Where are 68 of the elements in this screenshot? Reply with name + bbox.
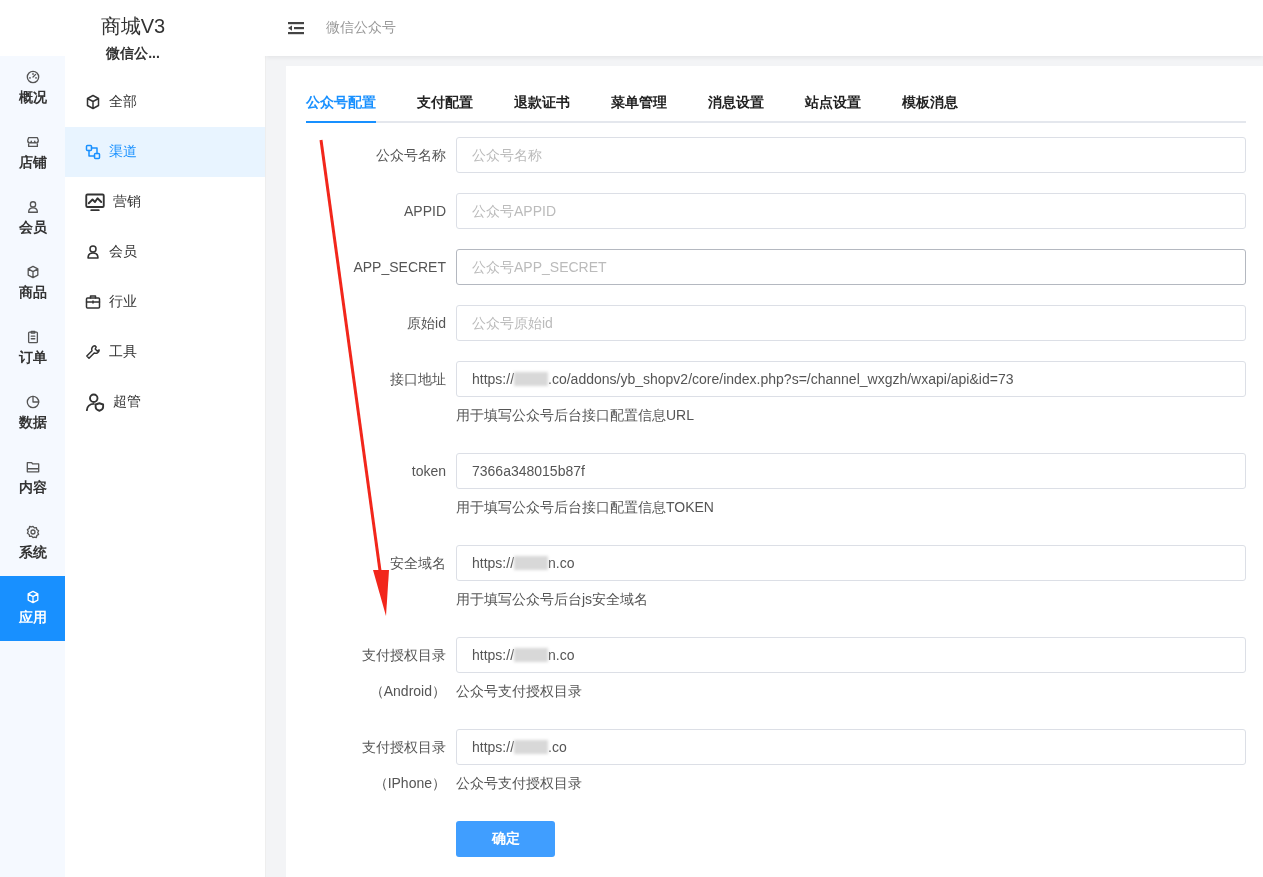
- field-label: 公众号名称: [376, 147, 446, 163]
- cube-icon: [25, 265, 40, 279]
- blurred-text-mark: [514, 556, 549, 570]
- submenu-item[interactable]: 工具: [65, 327, 265, 377]
- input-field[interactable]: 公众号APPID: [456, 193, 1246, 229]
- field-label: 接口地址: [390, 371, 446, 387]
- input-field[interactable]: 公众号名称: [456, 137, 1246, 173]
- input-field[interactable]: 公众号APP_SECRET: [456, 249, 1246, 285]
- blurred-text-mark: [514, 648, 549, 662]
- input-field[interactable]: https:// n.co: [456, 637, 1246, 673]
- tab[interactable]: 支付配置: [417, 94, 473, 123]
- rail-nav-item[interactable]: 会员: [0, 186, 65, 251]
- field-label: 安全域名: [390, 555, 446, 571]
- field-label: token: [411, 463, 446, 479]
- field-sublabel: （IPhone）: [373, 775, 446, 791]
- tab[interactable]: 站点设置: [805, 94, 861, 123]
- help-text: 公众号支付授权目录: [456, 683, 582, 699]
- submenu-item[interactable]: 全部: [65, 77, 265, 127]
- pie-chart-icon: [25, 395, 40, 409]
- breadcrumb: 微信公众号: [326, 19, 396, 37]
- field-label: 原始id: [407, 315, 446, 331]
- cube-icon: [85, 94, 101, 110]
- wrench-icon: [85, 344, 101, 360]
- rail-nav-item[interactable]: 内容: [0, 446, 65, 511]
- submenu-item[interactable]: 行业: [65, 277, 265, 327]
- folder-icon: [25, 460, 40, 474]
- rail-nav-item[interactable]: 概况: [0, 56, 65, 121]
- tab[interactable]: 消息设置: [708, 94, 764, 123]
- blurred-text-mark: [514, 740, 549, 754]
- input-field[interactable]: https:// .co/addons/yb_shopv2/core/index.php?s=/channel_wxgzh/wxapi/api&id=73: [456, 361, 1246, 397]
- user-icon: [25, 200, 40, 214]
- gauge-icon: [25, 70, 40, 84]
- submenu-item[interactable]: 超管: [65, 377, 265, 427]
- app-title: 商城V3: [100, 14, 166, 38]
- rail-nav-item[interactable]: 订单: [0, 316, 65, 381]
- user-icon: [85, 244, 101, 260]
- field-label: APP_SECRET: [353, 259, 446, 275]
- clipboard-icon: [25, 330, 40, 344]
- rail-nav-item[interactable]: 商品: [0, 251, 65, 316]
- shop-icon: [25, 135, 40, 149]
- rail-nav-item[interactable]: 数据: [0, 381, 65, 446]
- field-label: 支付授权目录: [362, 739, 446, 755]
- cube-icon: [25, 590, 40, 604]
- tab[interactable]: 退款证书: [514, 94, 570, 123]
- tab[interactable]: 模板消息: [902, 94, 958, 123]
- submenu-item[interactable]: 会员: [65, 227, 265, 277]
- input-field[interactable]: 7366a348015b87f: [456, 453, 1246, 489]
- input-field[interactable]: https:// .co: [456, 729, 1246, 765]
- admin-user-icon: [85, 392, 105, 412]
- help-text: 用于填写公众号后台js安全域名: [456, 591, 649, 607]
- menu-icon[interactable]: [288, 21, 304, 35]
- settings-icon: [25, 525, 40, 539]
- input-field[interactable]: 公众号原始id: [456, 305, 1246, 341]
- channel-icon: [85, 144, 101, 160]
- input-field[interactable]: https:// n.co: [456, 545, 1246, 581]
- briefcase-icon: [85, 294, 101, 310]
- tab[interactable]: 菜单管理: [611, 94, 667, 123]
- rail-nav-item[interactable]: 店铺: [0, 121, 65, 186]
- blurred-text-mark: [514, 372, 549, 386]
- field-label: APPID: [404, 203, 446, 219]
- field-label: 支付授权目录: [362, 647, 446, 663]
- help-text: 用于填写公众号后台接口配置信息TOKEN: [456, 499, 714, 515]
- field-sublabel: （Android）: [369, 683, 446, 699]
- help-text: 公众号支付授权目录: [456, 775, 582, 791]
- monitor-chart-icon: [85, 192, 105, 212]
- rail-nav-item[interactable]: 系统: [0, 511, 65, 576]
- submenu-item[interactable]: 营销: [65, 177, 265, 227]
- help-text: 用于填写公众号后台接口配置信息URL: [456, 407, 694, 423]
